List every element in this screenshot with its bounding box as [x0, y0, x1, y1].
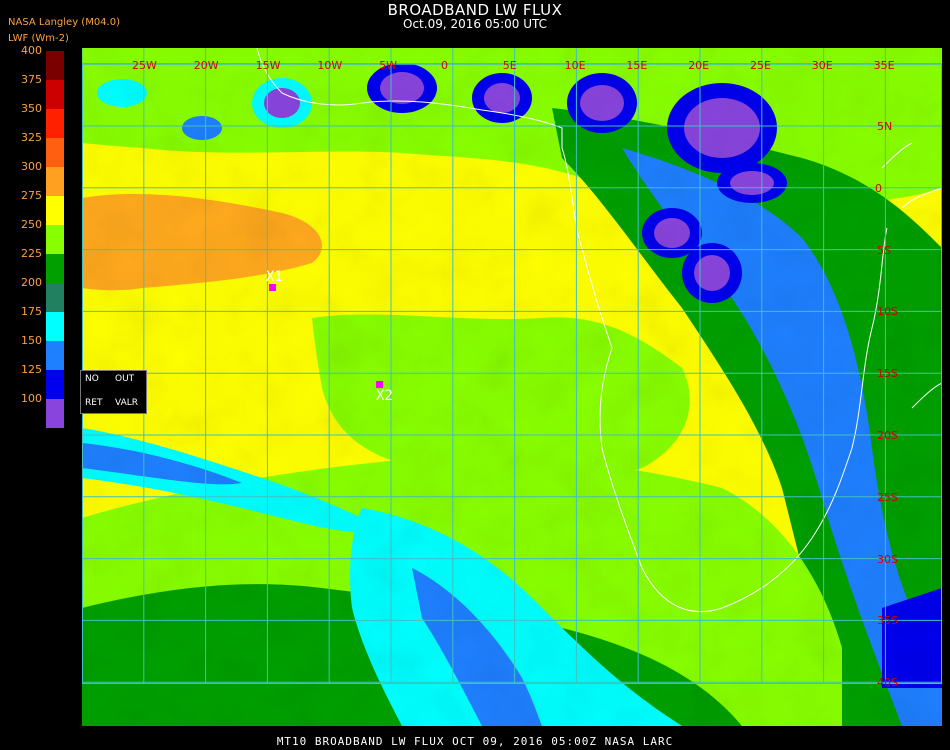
units-label: LWF (Wm-2) — [8, 33, 69, 44]
longitude-label: 5E — [502, 59, 517, 72]
legend-ret: RET — [85, 398, 103, 408]
colorbar-bin — [46, 51, 64, 80]
longitude-label: 25W — [132, 59, 157, 72]
colorbar-tick-label: 125 — [21, 363, 42, 376]
colorbar-bin — [46, 341, 64, 370]
latitude-label: 30S — [877, 552, 898, 566]
colorbar-bin — [46, 312, 64, 341]
colorbar-tick-label: 100 — [21, 392, 42, 405]
longitude-label: 20E — [688, 59, 710, 72]
longitude-label: 25E — [750, 59, 771, 72]
map-canvas — [82, 48, 942, 726]
longitude-label: 10E — [564, 59, 586, 72]
colorbar-bin — [46, 167, 64, 196]
colorbar-bin — [46, 225, 64, 254]
latitude-label: 25S — [877, 490, 898, 504]
colorbar-tick-label: 175 — [21, 305, 42, 318]
colorbar-tick-label: 275 — [21, 189, 42, 202]
marker-x2-label: X2 — [376, 388, 393, 404]
colorbar-tick-label: 375 — [21, 73, 42, 86]
colorbar-tick-label: 150 — [21, 334, 42, 347]
longitude-label: 15W — [255, 59, 281, 72]
colorbar-bin — [46, 196, 64, 225]
latitude-label: 10S — [877, 305, 898, 319]
organization-label: NASA Langley (M04.0) — [8, 17, 120, 28]
colorbar-tick-label: 300 — [21, 160, 42, 173]
colorbar-bin — [46, 109, 64, 138]
chart-subtitle: Oct.09, 2016 05:00 UTC — [403, 17, 547, 31]
legend-valr: VALR — [115, 398, 139, 408]
colorbar-tick-label: 250 — [21, 218, 42, 231]
latitude-label: 40S — [877, 676, 898, 690]
status-legend-box: NO OUT RET VALR — [80, 370, 147, 414]
latitude-label: 35S — [877, 614, 898, 628]
flux-map[interactable]: 25W 20W 15W 10W 5W 0 5E 10E 15E 20E 25E 30E 35E 5N 0 5… — [82, 48, 942, 726]
longitude-label: 0 — [441, 59, 448, 72]
latitude-label: 20S — [877, 429, 898, 442]
marker-x1-label: X1 — [266, 269, 283, 285]
longitude-label: 5W — [379, 59, 398, 72]
marker-x2[interactable] — [376, 381, 383, 388]
latitude-label: 5N — [877, 120, 893, 133]
colorbar-bin — [46, 138, 64, 167]
colorbar-tick-label: 400 — [21, 44, 42, 57]
colorbar-tick-label: 350 — [21, 102, 42, 115]
marker-x1[interactable] — [269, 284, 276, 291]
legend-out: OUT — [115, 374, 135, 384]
footer-caption: MT10 BROADBAND LW FLUX OCT 09, 2016 05:0… — [276, 735, 674, 748]
texture-overlay — [82, 48, 942, 726]
colorbar-tick-label: 325 — [21, 131, 42, 144]
colorbar-tick-label: 225 — [21, 247, 42, 260]
colorbar-bin — [46, 399, 64, 428]
legend-no: NO — [85, 374, 99, 384]
colorbar-bin — [46, 80, 64, 109]
latitude-label: 15S — [877, 367, 898, 381]
latitude-label: 5S — [877, 243, 891, 257]
longitude-label: 15E — [626, 59, 648, 72]
colorbar-bin — [46, 370, 64, 399]
colorbar-tick-label: 200 — [21, 276, 42, 289]
longitude-label: 35E — [873, 59, 895, 72]
longitude-label: 30E — [811, 59, 833, 72]
longitude-label: 10W — [317, 59, 343, 72]
colorbar-bin — [46, 254, 64, 283]
latitude-label: 0 — [875, 181, 882, 195]
longitude-label: 20W — [193, 59, 219, 72]
colorbar-bin — [46, 283, 64, 312]
